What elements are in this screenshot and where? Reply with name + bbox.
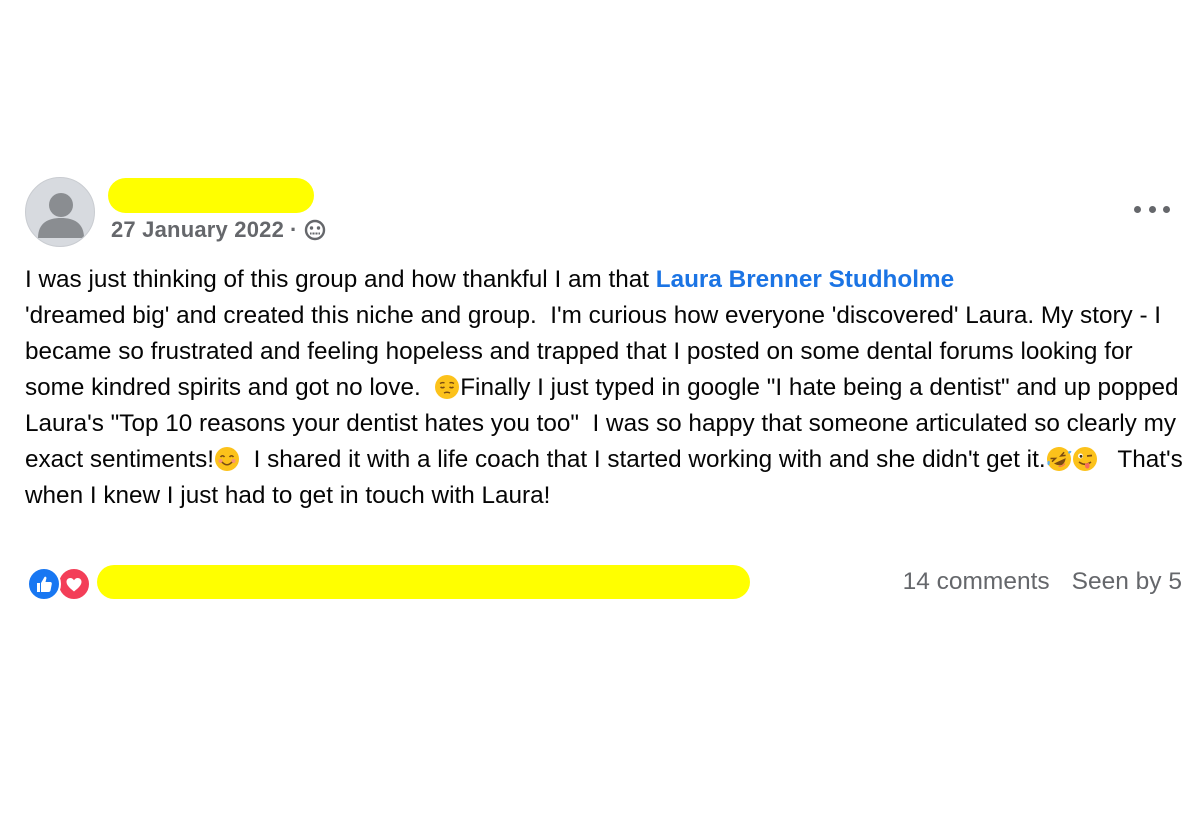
post-text-part: I was just thinking of this group and ho…	[25, 266, 656, 293]
redacted-author-name	[108, 178, 314, 213]
winking-tongue-face-icon	[1072, 446, 1098, 472]
seen-by-link[interactable]: Seen by 5	[1072, 568, 1182, 596]
post-stats: 14 comments Seen by 5	[903, 566, 1182, 598]
avatar[interactable]	[25, 177, 95, 247]
pensive-face-icon	[434, 374, 460, 400]
post-body: I was just thinking of this group and ho…	[25, 262, 1193, 514]
post-text-part: I shared it with a life coach that I sta…	[240, 446, 1046, 473]
more-dot	[1148, 205, 1156, 213]
post-meta: 27 January 2022 ·	[111, 216, 326, 244]
more-options-icon[interactable]	[1134, 198, 1170, 220]
more-dot	[1163, 205, 1170, 213]
love-icon	[57, 567, 91, 601]
default-profile-icon	[38, 193, 84, 238]
more-dot	[1134, 205, 1141, 213]
group-privacy-icon[interactable]	[304, 219, 326, 241]
mention-link[interactable]: Laura Brenner Studholme	[656, 266, 954, 293]
reaction-summary[interactable]	[27, 567, 95, 601]
meta-separator: ·	[290, 217, 298, 242]
redacted-reactor-names	[97, 565, 750, 599]
rolling-laughing-face-icon	[1046, 446, 1072, 472]
post-footer: 14 comments Seen by 5	[0, 560, 1200, 604]
post-timestamp[interactable]: 27 January 2022	[111, 217, 284, 243]
comments-count-link[interactable]: 14 comments	[903, 568, 1050, 596]
like-icon	[27, 567, 61, 601]
smiling-face-icon	[214, 446, 240, 472]
post-card: 27 January 2022 · I was just thinking of…	[0, 0, 1200, 830]
